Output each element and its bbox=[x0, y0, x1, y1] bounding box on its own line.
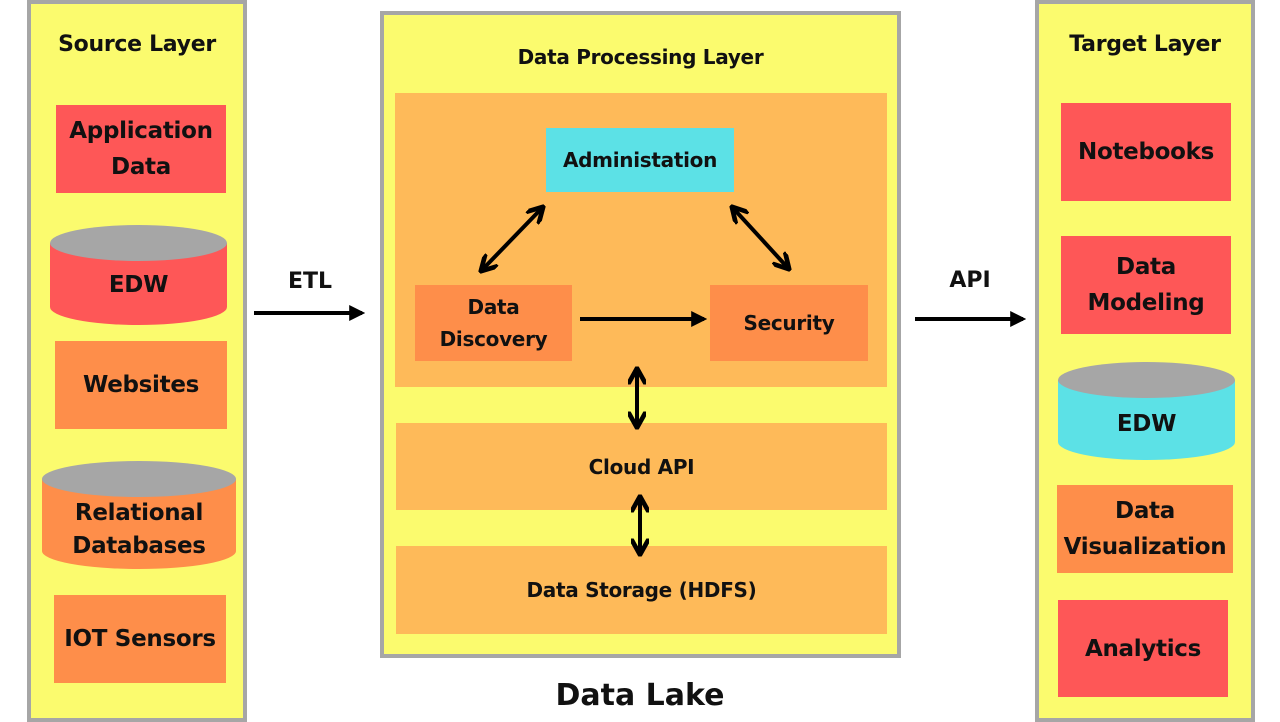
admin-security-arrow bbox=[733, 208, 788, 268]
admin-discovery-arrow bbox=[482, 208, 542, 270]
connector-arrows bbox=[254, 0, 1027, 720]
